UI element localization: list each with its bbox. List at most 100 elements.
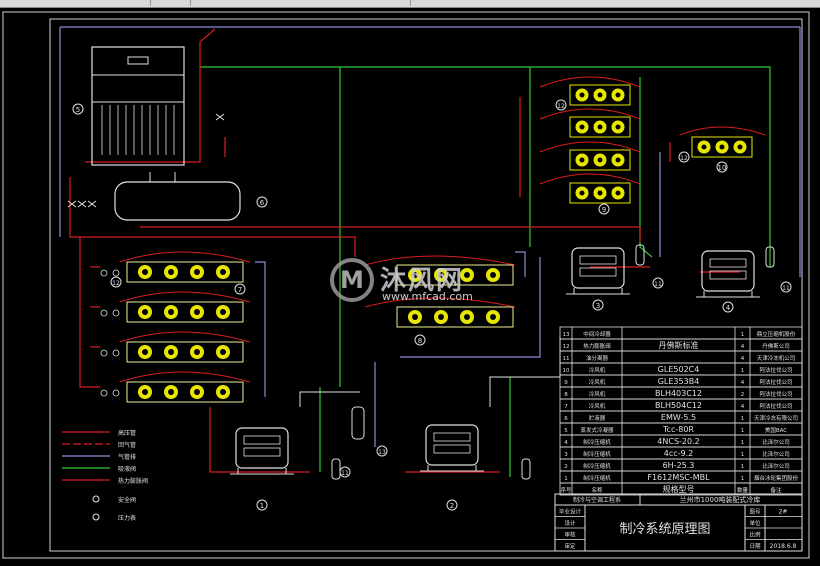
toolbar-tab[interactable] <box>150 0 191 6</box>
marker-11-c: 11 <box>782 285 790 292</box>
bom-model: 6H-25.3 <box>663 461 695 470</box>
bom-no: 1 <box>564 476 568 482</box>
bom-qty-header: 数量 <box>737 486 749 494</box>
bom-note: 丹佛斯公司 <box>762 342 790 350</box>
bill-of-materials-table: 13 中间冷却器 1 鼎立压缩机股份12 热力膨胀阀 丹佛斯标准 4 丹佛斯公司11 油分离器 4… <box>559 326 803 496</box>
bom-model-header: 规格型号 <box>663 484 695 494</box>
bom-note: 阿法拉伐公司 <box>759 390 792 398</box>
bom-no: 3 <box>564 452 568 458</box>
marker-6-label: 6 <box>260 199 265 207</box>
bom-no: 8 <box>564 392 568 398</box>
bom-model: BLH504C12 <box>655 401 702 410</box>
bom-no: 12 <box>563 344 570 350</box>
intercooler[interactable] <box>351 406 365 440</box>
drawing-title: 制冷系统原理图 <box>619 522 710 537</box>
bom-model: 丹佛斯标准 <box>659 340 699 350</box>
bom-qty: 1 <box>741 332 745 338</box>
bom-qty: 1 <box>741 368 745 374</box>
bom-no: 11 <box>563 356 570 362</box>
cooler-group-9[interactable] <box>569 84 631 204</box>
cooler-coils <box>119 76 766 383</box>
bom-qty: 2 <box>741 392 745 398</box>
signoff-key: 图号 <box>749 508 761 516</box>
compressor-3[interactable] <box>565 247 631 295</box>
compressor-2[interactable] <box>419 424 485 472</box>
bom-model: EMW-5.5 <box>661 413 696 422</box>
marker-1-label: 1 <box>260 502 264 510</box>
bom-qty: 4 <box>741 380 745 386</box>
marker-11-b: 11 <box>654 281 662 288</box>
bom-name: 冷风机 <box>589 390 606 398</box>
marker-12-mid-label: 12 <box>557 103 565 110</box>
signoff-label: 审核 <box>564 531 576 539</box>
bom-note: 天津冷冻机公司 <box>757 354 796 362</box>
bom-name: 冷风机 <box>589 402 606 410</box>
bom-no: 9 <box>564 380 568 386</box>
bom-name: 制冷压缩机 <box>583 474 611 482</box>
bom-no: 4 <box>564 440 568 446</box>
signoff-label: 审定 <box>564 542 576 550</box>
bom-model: 4NCS-20.2 <box>657 437 699 446</box>
bom-note: 阿法拉伐公司 <box>759 378 792 386</box>
bom-name: 制冷压缩机 <box>583 450 611 458</box>
bom-qty: 1 <box>741 428 745 434</box>
watermark: M 沐风网 www.mfcad.com <box>330 258 500 306</box>
signoff-label: 设计 <box>564 519 576 527</box>
signoff-label: 毕业设计 <box>559 508 582 516</box>
company-name: 制冷与空调工程系 <box>573 496 621 504</box>
marker-2-label: 2 <box>450 502 454 510</box>
bom-no: 2 <box>564 464 568 470</box>
bom-note: 比泽尔公司 <box>762 450 790 458</box>
bom-no-header: 序号 <box>560 486 572 494</box>
compressor-4[interactable] <box>695 250 761 298</box>
legend-item-4: 吸液阀 <box>118 465 136 473</box>
legend-item-3: 气管排 <box>118 453 136 461</box>
bom-note: 阿法拉伐公司 <box>759 402 792 410</box>
liquid-receiver[interactable] <box>114 172 241 221</box>
bom-no: 13 <box>563 332 570 338</box>
project-title: 兰州市1000吨装配式冷库 <box>680 495 761 504</box>
marker-12-right-label: 12 <box>680 155 688 162</box>
bom-name: 中间冷却器 <box>583 330 611 338</box>
bom-name: 热力膨胀阀 <box>583 342 611 350</box>
bom-qty: 4 <box>741 404 745 410</box>
bom-qty: 1 <box>741 416 745 422</box>
marker-11-a: 11 <box>341 470 349 477</box>
bom-model: BLH403C12 <box>655 389 702 398</box>
bom-no: 6 <box>564 416 568 422</box>
bom-qty: 4 <box>741 344 745 350</box>
marker-4-label: 4 <box>726 304 731 312</box>
bom-name: 贮液器 <box>589 414 606 422</box>
bom-note: 阿法拉伐公司 <box>759 366 792 374</box>
signoff-value: 2# <box>779 509 788 516</box>
bom-note: 鼎立压缩机股份 <box>757 330 796 338</box>
cooler-10[interactable] <box>691 136 753 158</box>
marker-3-label: 3 <box>596 302 600 310</box>
marker-10-label: 10 <box>718 164 727 172</box>
toolbar-tab[interactable] <box>0 0 151 6</box>
bom-name: 蒸发式冷凝器 <box>580 426 614 434</box>
bom-name: 冷风机 <box>589 366 606 374</box>
marker-13-label: 13 <box>378 449 386 456</box>
bom-note-header: 备注 <box>770 486 782 494</box>
bom-no: 5 <box>564 428 568 434</box>
evaporative-condenser[interactable] <box>91 46 185 166</box>
bom-qty: 4 <box>741 356 745 362</box>
signoff-key: 比例 <box>749 531 761 539</box>
bom-name: 制冷压缩机 <box>583 438 611 446</box>
legend-item-6: 安全阀 <box>118 496 136 504</box>
bom-model: Tcc-80R <box>662 425 694 434</box>
toolbar-tab[interactable] <box>190 0 411 6</box>
bom-qty: 1 <box>741 476 745 482</box>
signoff-value: 2018.6.8 <box>770 543 797 550</box>
watermark-url: www.mfcad.com <box>382 290 473 303</box>
bom-note: 比泽尔公司 <box>762 438 790 446</box>
bom-name-header: 名称 <box>591 486 603 494</box>
bom-note: 比泽尔公司 <box>762 462 790 470</box>
marker-7-label: 7 <box>238 286 242 294</box>
bom-model: F1612MSC-MBL <box>647 473 710 482</box>
bom-name: 油分离器 <box>586 354 609 362</box>
compressor-1[interactable] <box>229 427 295 475</box>
signoff-key: 日期 <box>749 543 761 550</box>
bom-model: 4cc-9.2 <box>664 449 694 458</box>
